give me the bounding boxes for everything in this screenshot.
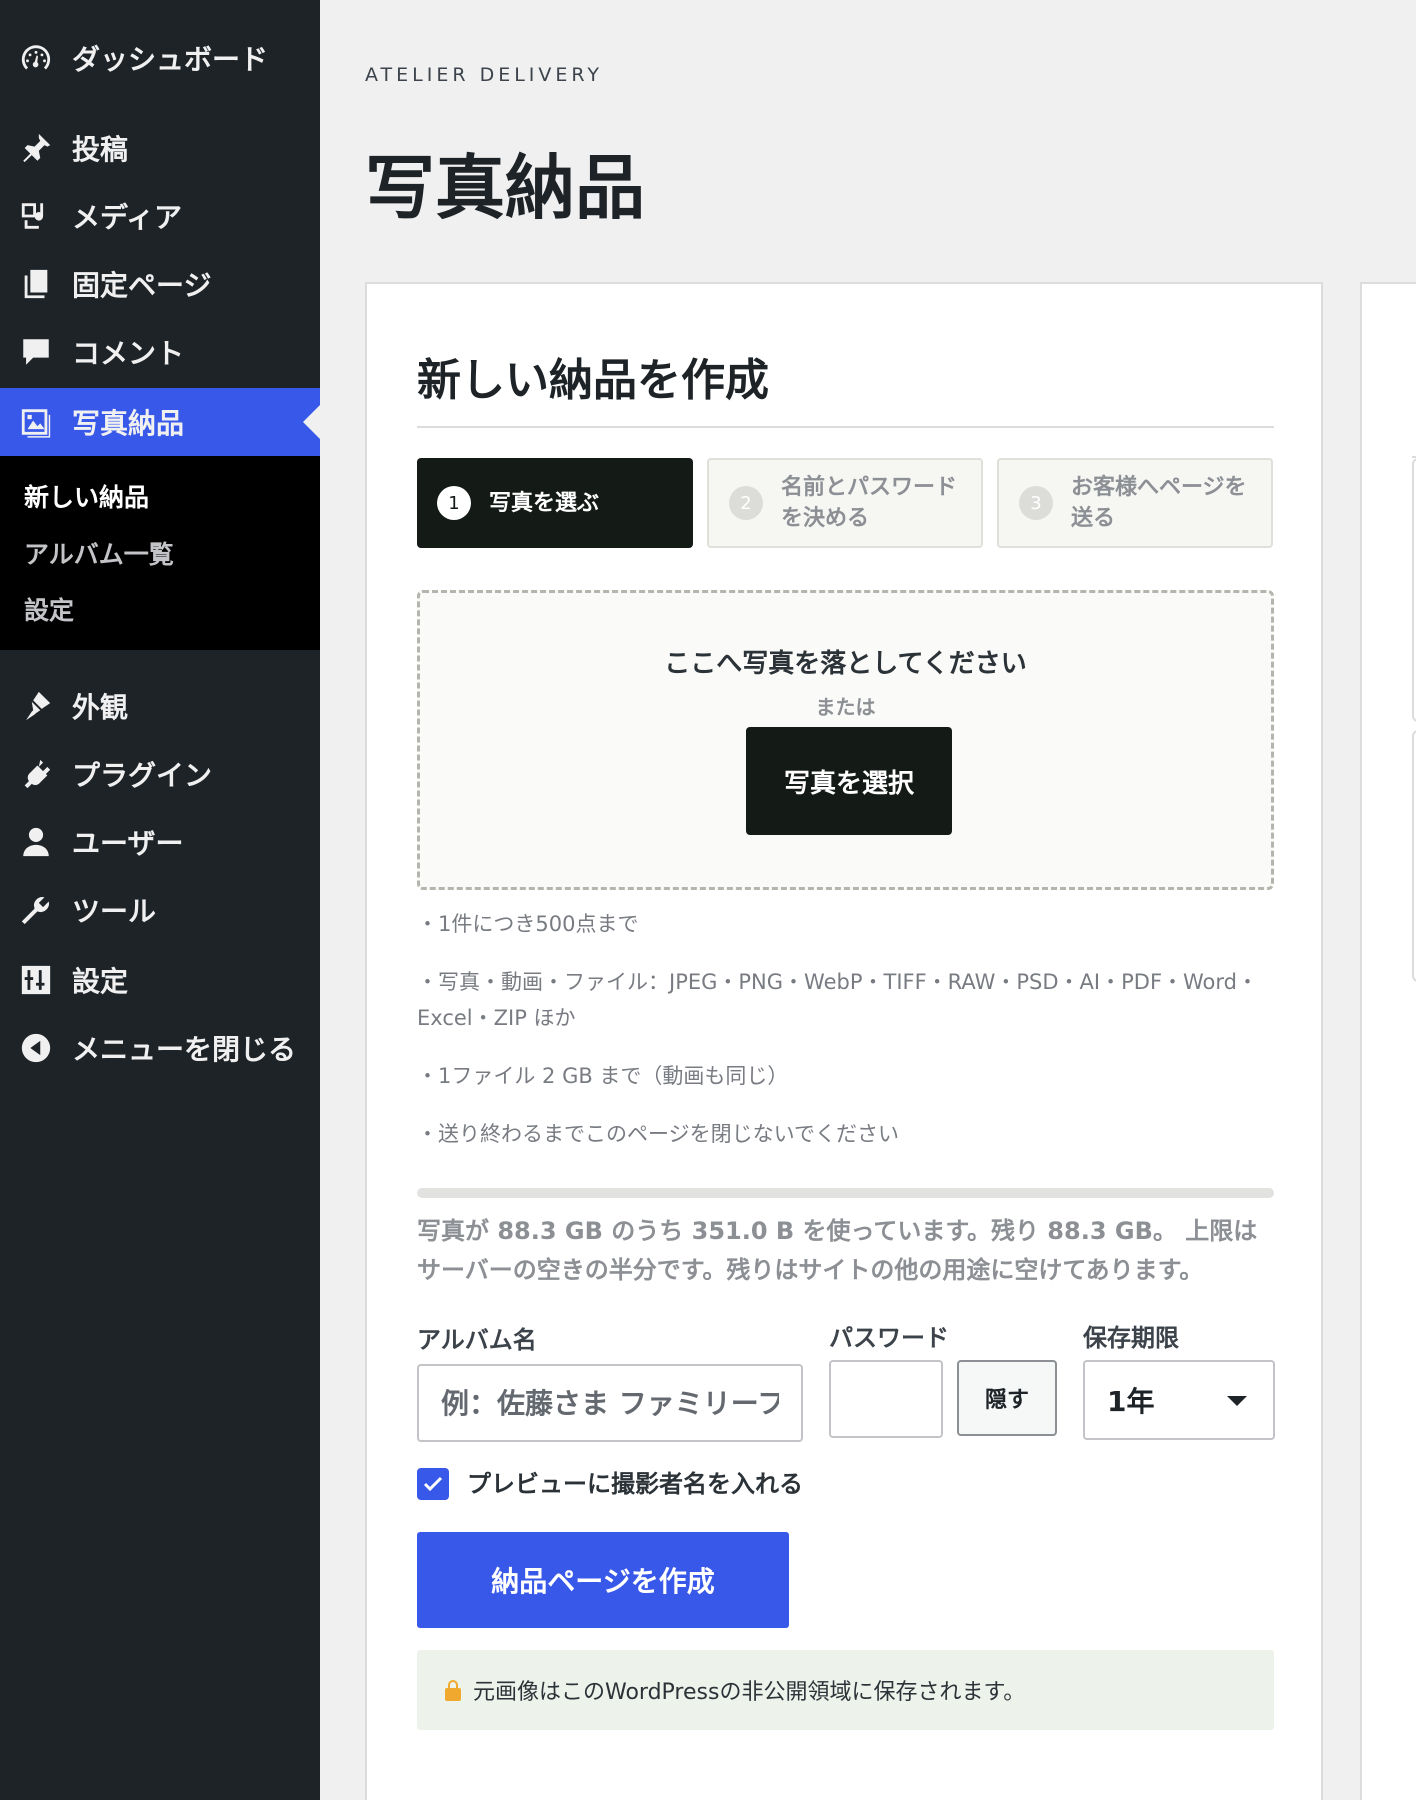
menu-item-label: 設定 <box>72 965 129 998</box>
dashboard-icon <box>18 40 54 76</box>
dropzone-text: ここへ写真を落としてください <box>664 649 1027 679</box>
lock-icon <box>445 1680 461 1701</box>
menu-item-dashboard[interactable]: ダッシュボード <box>0 24 320 92</box>
menu-item-photo-delivery[interactable]: 写真納品 <box>0 388 320 456</box>
note-file-size: ・1ファイル 2 GB まで（動画も同じ） <box>417 1064 789 1088</box>
password-input[interactable] <box>829 1360 943 1438</box>
menu-item-label: メニューを閉じる <box>72 1033 297 1066</box>
menu-item-tools[interactable]: ツール <box>0 876 320 944</box>
wrench-icon <box>18 892 54 928</box>
collapse-icon <box>18 1030 54 1066</box>
chevron-down-icon <box>1227 1396 1247 1406</box>
expiry-select[interactable]: 1年 <box>1083 1360 1275 1440</box>
side-card-panel <box>1412 730 1416 982</box>
step-select-photos[interactable]: 1 写真を選ぶ <box>417 458 693 548</box>
security-notice-text: 元画像はこのWordPressの非公開領域に保存されます。 <box>473 1680 1026 1705</box>
note-limit: ・1件につき500点まで <box>417 912 639 936</box>
menu-item-posts[interactable]: 投稿 <box>0 114 320 182</box>
album-name-input[interactable] <box>417 1364 803 1442</box>
menu-item-label: 写真納品 <box>72 407 185 440</box>
step-label: 写真を選ぶ <box>489 490 600 516</box>
side-card <box>1360 282 1416 1800</box>
brush-icon <box>18 688 54 724</box>
plugin-icon <box>18 756 54 792</box>
album-name-label: アルバム名 <box>417 1326 537 1354</box>
step-number: 1 <box>437 486 471 520</box>
password-label: パスワード <box>829 1324 949 1352</box>
pages-icon <box>18 266 54 302</box>
step-label: 名前とパスワードを決める <box>781 475 958 531</box>
menu-item-label: 投稿 <box>72 133 129 166</box>
step-number: 2 <box>729 486 763 520</box>
media-icon <box>18 198 54 234</box>
photo-dropzone[interactable]: ここへ写真を落としてください または 写真を選択 <box>417 590 1274 890</box>
step-name-password[interactable]: 2 名前とパスワードを決める <box>707 458 983 548</box>
menu-item-label: コメント <box>72 337 185 370</box>
preview-checkbox-label[interactable]: プレビューに撮影者名を入れる <box>467 1468 803 1500</box>
expiry-selected-value: 1年 <box>1107 1385 1155 1418</box>
menu-item-media[interactable]: メディア <box>0 182 320 250</box>
submenu-settings[interactable]: 設定 <box>24 591 74 627</box>
divider <box>417 426 1274 428</box>
storage-progress-bar <box>417 1188 1274 1198</box>
pin-icon <box>18 130 54 166</box>
user-icon <box>18 824 54 860</box>
admin-sidebar: ダッシュボード 投稿 メディア 固定ページ コメント 写真納品 新しい納品 アル… <box>0 0 320 1800</box>
page-title: 写真納品 <box>365 147 645 229</box>
new-delivery-card: 新しい納品を作成 1 写真を選ぶ 2 名前とパスワードを決める 3 お客様へペー… <box>365 282 1323 1800</box>
brand-label: ATELIER DELIVERY <box>365 64 603 86</box>
storage-usage-text: 写真が 88.3 GB のうち 351.0 B を使っています。残り 88.3 … <box>417 1217 1258 1284</box>
preview-photographer-checkbox[interactable] <box>417 1468 449 1500</box>
comment-icon <box>18 334 54 370</box>
submenu-album-list[interactable]: アルバム一覧 <box>24 535 174 571</box>
menu-item-label: プラグイン <box>72 759 213 792</box>
hide-password-button[interactable]: 隠す <box>957 1360 1057 1436</box>
checkmark-icon <box>423 1476 443 1492</box>
expiry-label: 保存期限 <box>1083 1324 1179 1352</box>
photo-icon <box>18 404 54 440</box>
note-keep-open: ・送り終わるまでこのページを閉じないでください <box>417 1122 899 1146</box>
menu-item-comments[interactable]: コメント <box>0 318 320 386</box>
dropzone-or: または <box>815 695 876 719</box>
storage-security-notice: 元画像はこのWordPressの非公開領域に保存されます。 <box>417 1650 1274 1730</box>
step-send-page[interactable]: 3 お客様へページを送る <box>997 458 1273 548</box>
create-delivery-page-button[interactable]: 納品ページを作成 <box>417 1532 789 1628</box>
menu-item-plugins[interactable]: プラグイン <box>0 740 320 808</box>
menu-item-collapse[interactable]: メニューを閉じる <box>0 1014 320 1082</box>
menu-item-pages[interactable]: 固定ページ <box>0 250 320 318</box>
menu-item-users[interactable]: ユーザー <box>0 808 320 876</box>
menu-item-label: ユーザー <box>72 827 184 860</box>
menu-item-label: メディア <box>72 201 183 234</box>
select-photos-button[interactable]: 写真を選択 <box>746 727 952 835</box>
menu-item-label: 外観 <box>72 691 129 724</box>
menu-item-label: ダッシュボード <box>72 43 269 76</box>
step-label: お客様へページを送る <box>1071 475 1247 531</box>
menu-item-label: ツール <box>72 895 157 928</box>
submenu: 新しい納品 アルバム一覧 設定 <box>0 456 320 650</box>
menu-item-settings[interactable]: 設定 <box>0 946 320 1014</box>
settings-icon <box>18 962 54 998</box>
menu-item-label: 固定ページ <box>72 269 212 302</box>
note-formats: ・写真・動画・ファイル：JPEG・PNG・WebP・TIFF・RAW・PSD・A… <box>417 970 1259 1030</box>
menu-item-appearance[interactable]: 外観 <box>0 672 320 740</box>
step-number: 3 <box>1019 486 1053 520</box>
card-title: 新しい納品を作成 <box>417 355 769 406</box>
submenu-new-delivery[interactable]: 新しい納品 <box>24 478 149 514</box>
side-card-panel <box>1412 458 1416 722</box>
